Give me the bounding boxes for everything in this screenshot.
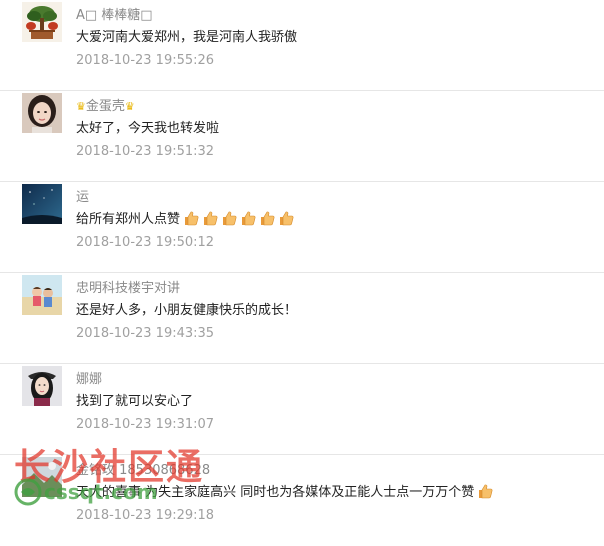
comment-content: 还是好人多，小朋友健康快乐的成长！ (76, 303, 298, 318)
comment-timestamp: 2018-10-23 19:43:35 (76, 326, 215, 341)
comment-item: 金铭玫 18530868628 天大的喜事 为失主家庭高兴 同时也为各媒体及正能… (0, 455, 604, 546)
comment-username[interactable]: 忠明科技楼宇对讲 (76, 277, 180, 296)
comment-item: A□ 棒棒糖□ 大爱河南大爱郑州，我是河南人我骄傲 2018-10-23 19:… (0, 0, 604, 91)
comment-item: 运 给所有郑州人点赞 2018-10-23 19:50:12 (0, 182, 604, 273)
thumbs-up-group (180, 211, 294, 227)
comment-username[interactable]: 金铭玫 18530868628 (76, 459, 210, 478)
comment-username-text: 金蛋壳 (85, 99, 125, 114)
comment-timestamp: 2018-10-23 19:31:07 (76, 417, 215, 432)
comment-username[interactable]: ♛金蛋壳♛ (76, 95, 135, 114)
comment-username[interactable]: 娜娜 (76, 368, 102, 387)
thumbs-up-icon (223, 211, 237, 226)
comment-timestamp: 2018-10-23 19:51:32 (76, 144, 215, 159)
crown-icon: ♛ (76, 100, 86, 113)
comment-list: A□ 棒棒糖□ 大爱河南大爱郑州，我是河南人我骄傲 2018-10-23 19:… (0, 0, 604, 523)
comment-item: ♛金蛋壳♛ 太好了，今天我也转发啦 2018-10-23 19:51:32 (0, 91, 604, 182)
thumbs-up-icon (261, 211, 275, 226)
comment-username[interactable]: 运 (76, 186, 89, 205)
comment-timestamp: 2018-10-23 19:50:12 (76, 235, 215, 250)
thumbs-up-icon (242, 211, 256, 226)
thumbs-up-icon (204, 211, 218, 226)
comment-timestamp: 2018-10-23 19:29:18 (76, 508, 215, 523)
comment-content: 给所有郑州人点赞 (76, 208, 294, 227)
kids-beach-avatar-icon[interactable] (22, 275, 62, 315)
comment-content-text: 给所有郑州人点赞 (76, 212, 181, 227)
landscape-avatar-icon[interactable] (22, 457, 62, 497)
night-sky-avatar-icon[interactable] (22, 184, 62, 224)
comment-content: 太好了，今天我也转发啦 (76, 121, 220, 136)
woman-portrait-avatar-icon[interactable] (22, 366, 62, 406)
comment-content-text: 天大的喜事 为失主家庭高兴 同时也为各媒体及正能人士点一万万个赞 (76, 485, 475, 500)
crown-icon: ♛ (124, 100, 135, 113)
comment-item: 娜娜 找到了就可以安心了 2018-10-23 19:31:07 (0, 364, 604, 455)
comment-content: 天大的喜事 为失主家庭高兴 同时也为各媒体及正能人士点一万万个赞 (76, 481, 493, 500)
bonsai-avatar-icon[interactable] (22, 2, 62, 42)
thumbs-up-icon (280, 211, 294, 226)
thumbs-up-icon (479, 484, 493, 499)
comment-content: 大爱河南大爱郑州，我是河南人我骄傲 (76, 30, 298, 45)
comment-item: 忠明科技楼宇对讲 还是好人多，小朋友健康快乐的成长！ 2018-10-23 19… (0, 273, 604, 364)
thumbs-up-icon (185, 211, 199, 226)
comment-content: 找到了就可以安心了 (76, 394, 194, 409)
girl-portrait-avatar-icon[interactable] (22, 93, 62, 133)
comment-username[interactable]: A□ 棒棒糖□ (76, 4, 153, 23)
comment-timestamp: 2018-10-23 19:55:26 (76, 53, 215, 68)
thumbs-up-group (474, 484, 493, 500)
